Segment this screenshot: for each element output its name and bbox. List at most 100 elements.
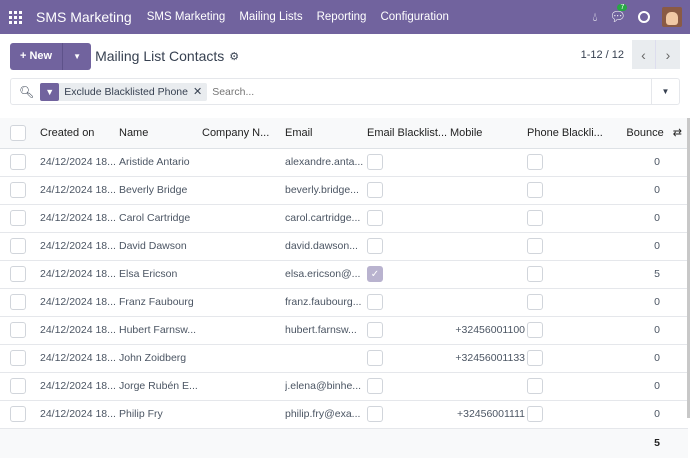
menu-sms-marketing[interactable]: SMS Marketing	[147, 11, 226, 23]
filter-facet: ▼ Exclude Blacklisted Phone ✕	[40, 82, 208, 101]
col-mobile[interactable]: Mobile	[450, 118, 527, 149]
new-button-group: + New ▼	[10, 42, 92, 70]
phone-blacklisted-checkbox	[527, 322, 543, 338]
company-name	[202, 176, 285, 205]
search-input[interactable]	[212, 85, 613, 98]
phone-blacklisted-checkbox	[527, 182, 543, 198]
bounce: 0	[611, 148, 688, 177]
apps-menu-icon[interactable]	[9, 10, 22, 24]
new-button[interactable]: + New	[10, 42, 64, 70]
col-bounce[interactable]: Bounce	[626, 127, 663, 139]
search-bar: 🔍︎ ▼ Exclude Blacklisted Phone ✕ ▼	[10, 78, 680, 105]
bounce: 0	[611, 316, 688, 345]
table-row[interactable]: 24/12/2024 18... David Dawson david.daws…	[0, 232, 688, 261]
email-blacklisted-checkbox	[367, 406, 383, 422]
row-checkbox[interactable]	[10, 350, 26, 366]
bounce: 0	[611, 372, 688, 401]
row-checkbox[interactable]	[10, 406, 26, 422]
chat-icon[interactable]: 💬︎ 7	[609, 4, 628, 25]
row-checkbox[interactable]	[10, 182, 26, 198]
row-checkbox[interactable]	[10, 154, 26, 170]
menu-configuration[interactable]: Configuration	[380, 11, 448, 23]
pager-next-button[interactable]: ›	[656, 40, 680, 69]
table-row[interactable]: 24/12/2024 18... John Zoidberg +32456001…	[0, 344, 688, 373]
table-row[interactable]: 24/12/2024 18... Hubert Farnsw... hubert…	[0, 316, 688, 345]
bounce: 0	[611, 232, 688, 261]
phone-blacklisted-checkbox	[527, 294, 543, 310]
created-on: 24/12/2024 18...	[36, 400, 119, 429]
remove-facet-icon[interactable]: ✕	[193, 85, 207, 98]
email	[285, 344, 367, 373]
table-row[interactable]: 24/12/2024 18... Beverly Bridge beverly.…	[0, 176, 688, 205]
page-title: Mailing List Contacts	[95, 48, 225, 64]
company-name	[202, 316, 285, 345]
bounce: 0	[611, 176, 688, 205]
row-checkbox[interactable]	[10, 322, 26, 338]
contact-name: John Zoidberg	[119, 344, 202, 373]
col-created-on[interactable]: Created on	[36, 118, 119, 149]
company-name	[202, 260, 285, 289]
phone-blacklisted-checkbox	[527, 378, 543, 394]
created-on: 24/12/2024 18...	[36, 204, 119, 233]
email-blacklisted-checkbox	[367, 378, 383, 394]
mobile	[450, 148, 527, 177]
table-row[interactable]: 24/12/2024 18... Jorge Rubén E... j.elen…	[0, 372, 688, 401]
gear-icon[interactable]: ⚙	[229, 50, 239, 63]
email-blacklisted-checkbox	[367, 182, 383, 198]
company-name	[202, 148, 285, 177]
table-row[interactable]: 24/12/2024 18... Elsa Ericson elsa.erics…	[0, 260, 688, 289]
email-blacklisted-checkbox: ✓	[367, 266, 383, 282]
contact-name: Carol Cartridge	[119, 204, 202, 233]
email-blacklisted-checkbox	[367, 238, 383, 254]
col-company[interactable]: Company N...	[202, 118, 285, 149]
created-on: 24/12/2024 18...	[36, 344, 119, 373]
contact-name: Philip Fry	[119, 400, 202, 429]
bounce: 0	[611, 344, 688, 373]
pager: 1-12 / 12 ‹ ›	[581, 40, 680, 69]
clock-icon[interactable]	[638, 11, 650, 23]
new-dropdown-toggle[interactable]: ▼	[63, 43, 91, 70]
phone-blacklisted-checkbox	[527, 154, 543, 170]
email-blacklisted-checkbox	[367, 322, 383, 338]
contact-name: Elsa Ericson	[119, 260, 202, 289]
created-on: 24/12/2024 18...	[36, 316, 119, 345]
row-checkbox[interactable]	[10, 238, 26, 254]
email-blacklisted-checkbox	[367, 294, 383, 310]
col-email[interactable]: Email	[285, 118, 367, 149]
col-bounce-cell: Bounce ⇄	[611, 118, 688, 149]
app-name[interactable]: SMS Marketing	[36, 9, 132, 25]
search-options-toggle[interactable]: ▼	[651, 79, 679, 104]
col-name[interactable]: Name	[119, 118, 202, 149]
table-row[interactable]: 24/12/2024 18... Franz Faubourg franz.fa…	[0, 288, 688, 317]
mobile	[450, 372, 527, 401]
bounce: 0	[611, 204, 688, 233]
pager-previous-button[interactable]: ‹	[632, 40, 656, 69]
mobile: +32456001100	[450, 316, 527, 345]
select-all-checkbox[interactable]	[10, 124, 26, 141]
mobile	[450, 288, 527, 317]
table-row[interactable]: 24/12/2024 18... Carol Cartridge carol.c…	[0, 204, 688, 233]
menu-mailing-lists[interactable]: Mailing Lists	[239, 11, 302, 23]
table-row[interactable]: 24/12/2024 18... Philip Fry philip.fry@e…	[0, 400, 688, 429]
row-checkbox[interactable]	[10, 378, 26, 394]
row-checkbox[interactable]	[10, 266, 26, 282]
row-checkbox[interactable]	[10, 210, 26, 226]
row-checkbox[interactable]	[10, 294, 26, 310]
avatar[interactable]	[662, 7, 682, 27]
bounce: 0	[611, 288, 688, 317]
created-on: 24/12/2024 18...	[36, 148, 119, 177]
contact-name: Aristide Antario	[119, 148, 202, 177]
new-label: New	[29, 50, 53, 62]
menu-reporting[interactable]: Reporting	[317, 11, 367, 23]
contact-name: Hubert Farnsw...	[119, 316, 202, 345]
mobile	[450, 260, 527, 289]
droplet-icon[interactable]: 💧︎	[593, 10, 598, 25]
optional-columns-icon[interactable]: ⇄	[673, 127, 682, 139]
control-panel: + New ▼ Mailing List Contacts ⚙ 1-12 / 1…	[0, 34, 690, 78]
table-row[interactable]: 24/12/2024 18... Aristide Antario alexan…	[0, 148, 688, 177]
pager-value[interactable]: 1-12 / 12	[581, 49, 624, 61]
col-phone-blacklisted[interactable]: Phone Blackli...	[527, 118, 611, 149]
table-footer: 5	[0, 428, 688, 458]
email: david.dawson...	[285, 232, 367, 261]
col-email-blacklisted[interactable]: Email Blacklist...	[367, 118, 450, 149]
